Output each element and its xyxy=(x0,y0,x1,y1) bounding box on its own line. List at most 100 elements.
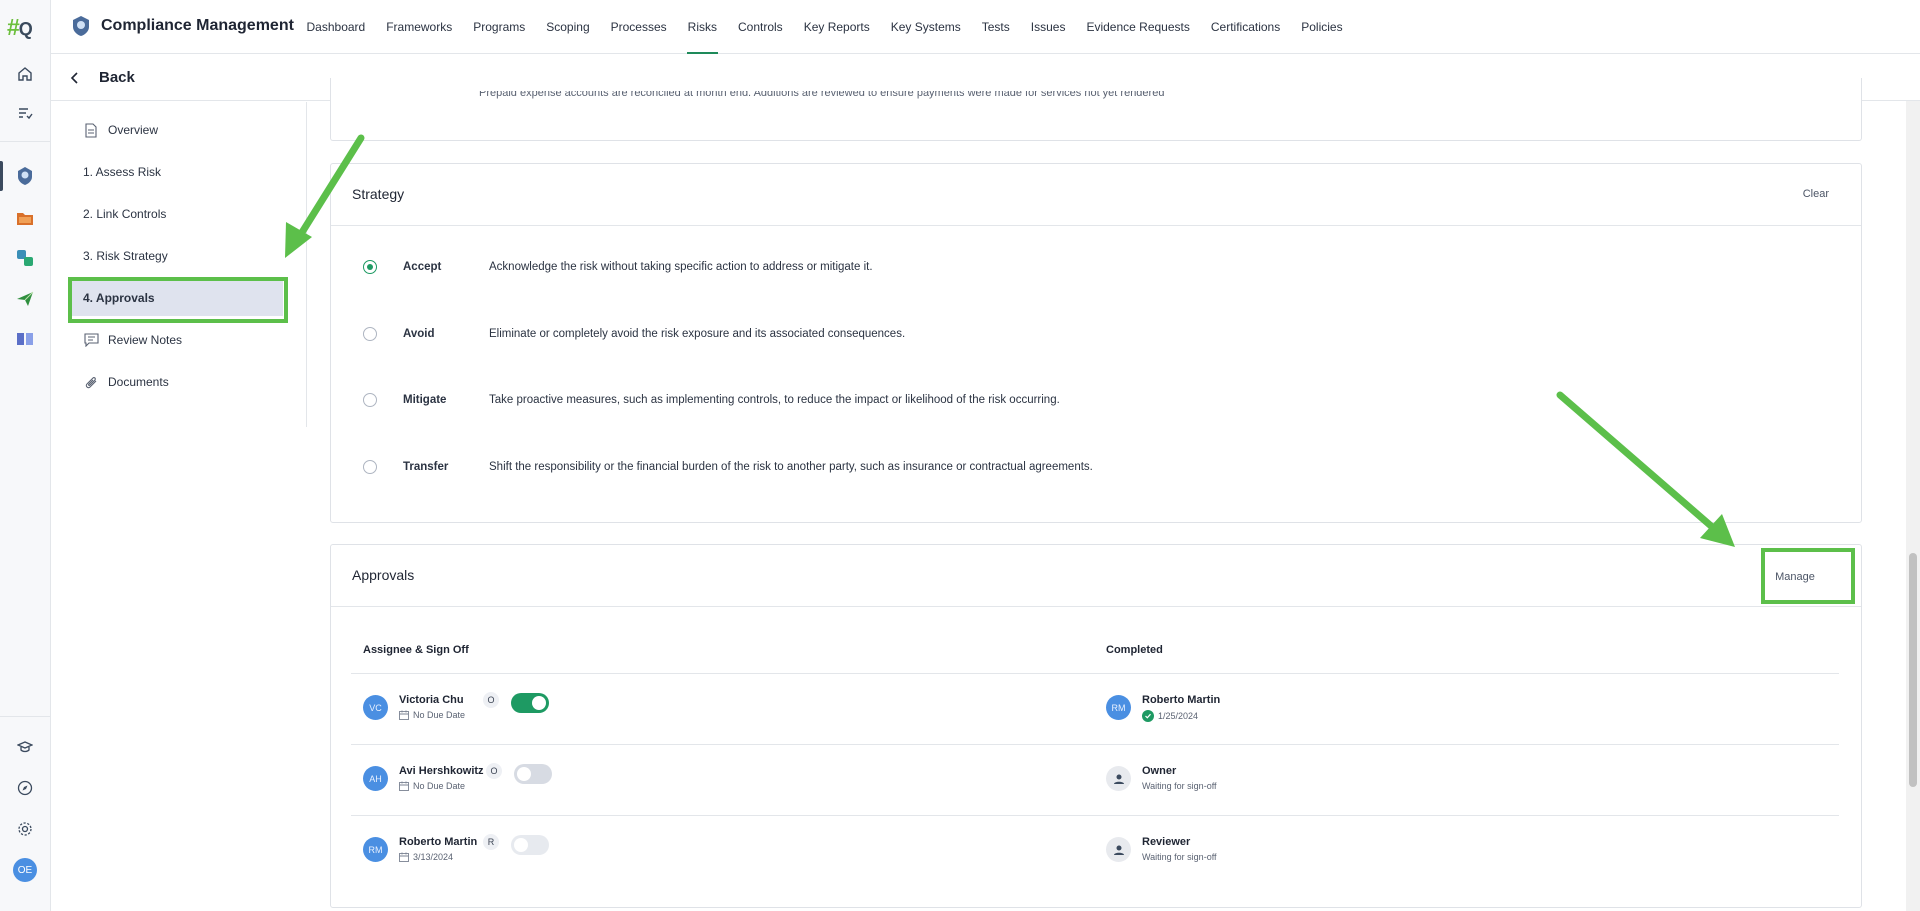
completed-roberto-martin: RM Roberto Martin 1/25/2024 xyxy=(1106,694,1220,722)
back-label[interactable]: Back xyxy=(99,69,135,86)
compliance-icon[interactable] xyxy=(11,162,39,190)
nav-key-reports[interactable]: Key Reports xyxy=(793,0,880,54)
assignee-avi-hershkowitz: AH Avi Hershkowitz No Due Date xyxy=(363,765,484,791)
due-date: No Due Date xyxy=(399,781,484,791)
nav-certifications[interactable]: Certifications xyxy=(1200,0,1290,54)
check-circle-icon xyxy=(1142,710,1154,722)
comment-icon xyxy=(83,332,99,348)
learning-icon[interactable] xyxy=(11,733,39,761)
sidemenu-assess-risk[interactable]: 1. Assess Risk xyxy=(71,154,281,190)
back-button[interactable] xyxy=(61,64,89,92)
strategy-title: Strategy xyxy=(352,186,405,202)
sidemenu-documents[interactable]: Documents xyxy=(71,364,281,400)
nav-evidence-requests[interactable]: Evidence Requests xyxy=(1076,0,1200,54)
nav-processes[interactable]: Processes xyxy=(600,0,677,54)
radio-transfer[interactable] xyxy=(363,460,377,474)
nav-controls[interactable]: Controls xyxy=(728,0,794,54)
nav-issues[interactable]: Issues xyxy=(1020,0,1076,54)
rail-active-indicator xyxy=(0,161,3,191)
control-description-card: Prepaid expense accounts are reconciled … xyxy=(330,78,1862,141)
nav-risks[interactable]: Risks xyxy=(677,0,727,54)
person-icon xyxy=(1106,837,1131,862)
nav-scoping[interactable]: Scoping xyxy=(536,0,600,54)
nav-dashboard[interactable]: Dashboard xyxy=(296,0,376,54)
settings-icon[interactable] xyxy=(11,815,39,843)
sidemenu-overview[interactable]: Overview xyxy=(71,112,281,148)
folder-icon[interactable] xyxy=(11,204,39,232)
completed-name: Reviewer xyxy=(1142,836,1191,848)
completed-date: 1/25/2024 xyxy=(1142,710,1220,722)
assignee-name: Avi Hershkowitz xyxy=(399,765,484,777)
sync-icon[interactable] xyxy=(11,244,39,272)
signoff-toggle[interactable] xyxy=(511,693,549,713)
role-badge-owner: O xyxy=(486,763,502,779)
nav-key-systems[interactable]: Key Systems xyxy=(880,0,971,54)
page-scrollbar[interactable] xyxy=(1906,101,1920,911)
nav-programs[interactable]: Programs xyxy=(463,0,536,54)
main-nav: Dashboard Frameworks Programs Scoping Pr… xyxy=(296,0,1353,54)
calendar-icon xyxy=(399,710,409,720)
strategy-option-mitigate[interactable]: Mitigate Take proactive measures, such a… xyxy=(363,390,1060,410)
home-icon[interactable] xyxy=(11,60,39,88)
option-description: Shift the responsibility or the financia… xyxy=(489,461,1093,473)
due-date-text: No Due Date xyxy=(413,710,466,720)
clear-button[interactable]: Clear xyxy=(1803,188,1829,200)
radio-accept[interactable] xyxy=(363,260,377,274)
sidemenu-link-controls[interactable]: 2. Link Controls xyxy=(71,196,281,232)
app-logo[interactable]: #Q xyxy=(7,14,33,41)
assignee-roberto-martin: RM Roberto Martin 3/13/2024 xyxy=(363,836,477,862)
due-date: No Due Date xyxy=(399,710,465,720)
option-label: Transfer xyxy=(403,461,449,473)
sidemenu-documents-label: Documents xyxy=(108,375,169,389)
assignee-victoria-chu: VC Victoria Chu No Due Date xyxy=(363,694,465,720)
rail-divider-bottom xyxy=(0,716,51,717)
nav-tests[interactable]: Tests xyxy=(971,0,1020,54)
completed-name: Owner xyxy=(1142,765,1177,777)
completed-name: Roberto Martin xyxy=(1142,694,1221,706)
due-date-text: No Due Date xyxy=(413,781,466,791)
due-date-text: 3/13/2024 xyxy=(413,852,454,862)
compliance-shield-icon xyxy=(73,16,89,36)
nav-policies[interactable]: Policies xyxy=(1291,0,1353,54)
sidemenu-risk-strategy[interactable]: 3. Risk Strategy xyxy=(71,238,281,274)
signoff-toggle[interactable] xyxy=(514,764,552,784)
scrollbar-thumb[interactable] xyxy=(1909,553,1917,787)
completed-date-text: 1/25/2024 xyxy=(1158,711,1199,721)
user-avatar[interactable]: OE xyxy=(11,856,39,884)
strategy-option-avoid[interactable]: Avoid Eliminate or completely avoid the … xyxy=(363,324,905,344)
avatar: VC xyxy=(363,695,388,720)
col-assignee-header: Assignee & Sign Off xyxy=(363,644,469,656)
radio-avoid[interactable] xyxy=(363,327,377,341)
option-label: Accept xyxy=(403,261,442,273)
radio-mitigate[interactable] xyxy=(363,393,377,407)
book-icon[interactable] xyxy=(11,325,39,353)
sidemenu-review-notes[interactable]: Review Notes xyxy=(71,322,281,358)
brand: Compliance Management xyxy=(71,15,294,37)
row-divider xyxy=(351,744,1839,745)
row-divider xyxy=(351,815,1839,816)
option-description: Acknowledge the risk without taking spec… xyxy=(489,261,873,273)
approvals-highlight-box xyxy=(68,277,288,323)
strategy-option-accept[interactable]: Accept Acknowledge the risk without taki… xyxy=(363,257,873,277)
completed-status: Waiting for sign-off xyxy=(1142,852,1217,862)
send-icon[interactable] xyxy=(11,285,39,313)
role-badge-owner: O xyxy=(483,692,499,708)
sidemenu-overview-label: Overview xyxy=(108,123,159,137)
compass-icon[interactable] xyxy=(11,774,39,802)
assignee-name: Victoria Chu xyxy=(399,694,464,706)
document-icon xyxy=(83,122,99,138)
col-completed-header: Completed xyxy=(1106,644,1163,656)
tasks-icon[interactable] xyxy=(11,99,39,127)
app-title: Compliance Management xyxy=(101,17,294,34)
strategy-option-transfer[interactable]: Transfer Shift the responsibility or the… xyxy=(363,457,1093,477)
option-description: Take proactive measures, such as impleme… xyxy=(489,394,1060,406)
nav-frameworks[interactable]: Frameworks xyxy=(376,0,463,54)
signoff-toggle-disabled[interactable] xyxy=(511,835,549,855)
row-divider xyxy=(351,673,1839,674)
strategy-card: Strategy Clear Accept Acknowledge the ri… xyxy=(330,163,1862,523)
risk-side-menu: Overview 1. Assess Risk 2. Link Controls… xyxy=(51,102,307,427)
option-description: Eliminate or completely avoid the risk e… xyxy=(489,328,906,340)
strategy-header: Strategy Clear xyxy=(331,164,1861,226)
approvals-card: Approvals Manage Assignee & Sign Off Com… xyxy=(330,544,1862,908)
option-label: Mitigate xyxy=(403,394,447,406)
